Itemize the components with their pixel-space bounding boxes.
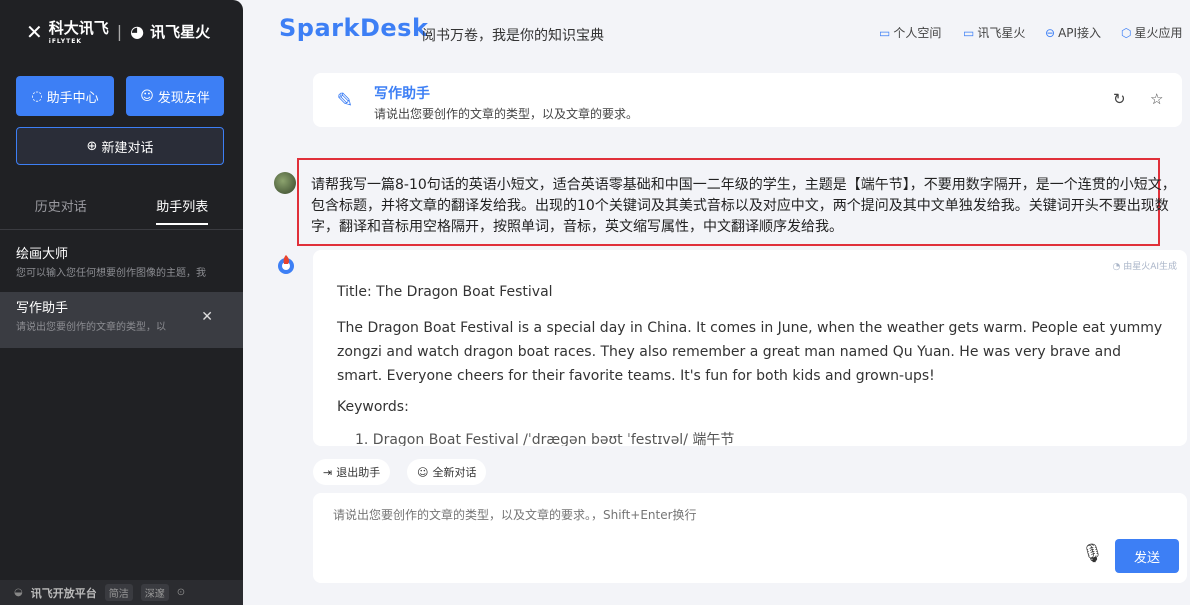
new-chat-button[interactable]: ⊕ 新建对话 — [16, 127, 224, 165]
api-icon: ⊖ — [1045, 25, 1056, 40]
send-button[interactable]: 发送 — [1115, 539, 1179, 573]
microphone-icon[interactable]: 🎙 — [1081, 543, 1104, 564]
sidebar-item-writer[interactable]: 写作助手 请说出您要创作的文章的类型，以 ✕ — [0, 292, 243, 348]
exit-icon: ⇥ — [323, 465, 333, 479]
theme-dark-toggle[interactable]: 深邃 — [140, 584, 169, 601]
assistant-card: ✎ 写作助手 请说出您要创作的文章的类型，以及文章的要求。 ↻ ☆ — [313, 73, 1182, 127]
logo-brand1: 科大讯飞 — [48, 19, 109, 37]
logo: ✕ 科大讯飞 iFLYTEK | ◕ 讯飞星火 — [26, 18, 211, 46]
iflytek-logo-icon: ✕ — [26, 19, 43, 44]
assistant-center-button[interactable]: ◌ 助手中心 — [16, 76, 114, 116]
spark-small-icon: ◔ — [1112, 262, 1121, 272]
footer-brand: 讯飞开放平台 — [30, 586, 97, 600]
user-message: 请帮我写一篇8-10句话的英语小短文，适合英语零基础和中国一二年级的学生，主题是… — [297, 158, 1176, 246]
chat-icon: ☺ — [417, 465, 429, 479]
logo-brand2: 讯飞星火 — [150, 23, 211, 41]
nav-api[interactable]: ⊖ API接入 — [1045, 24, 1101, 41]
logo-separator: | — [116, 22, 123, 41]
assistant-title: 写作助手 — [374, 86, 430, 102]
theme-light-toggle[interactable]: 简洁 — [104, 584, 133, 601]
sidebar-item-painter[interactable]: 绘画大师 您可以输入您任何想要创作图像的主题，我 — [0, 238, 243, 294]
avatar — [274, 172, 296, 194]
ai-generated-badge: ◔ 由星火AI生成 — [1112, 262, 1177, 272]
collapse-icon[interactable]: ⊙ — [177, 587, 185, 598]
app-icon: ⬡ — [1121, 25, 1132, 40]
monitor-icon: ▭ — [963, 25, 975, 40]
brand-logo: SparkDesk — [279, 14, 429, 42]
discover-button[interactable]: ☺ 发现友伴 — [126, 76, 224, 116]
logo-brand1-sub: iFLYTEK — [48, 38, 82, 45]
sidebar: ✕ 科大讯飞 iFLYTEK | ◕ 讯飞星火 ◌ 助手中心 ☺ 发现友伴 ⊕ … — [0, 0, 243, 605]
folder-icon: ▭ — [879, 25, 891, 40]
pen-icon: ✎ — [336, 88, 354, 112]
sidebar-item-desc: 请说出您要创作的文章的类型，以 — [16, 322, 166, 333]
input-box: 🎙 发送 — [313, 493, 1187, 583]
exit-assistant-button[interactable]: ⇥ 退出助手 — [313, 459, 391, 485]
user-message-text: 请帮我写一篇8-10句话的英语小短文，适合英语零基础和中国一二年级的学生，主题是… — [311, 177, 1176, 235]
nav-personal-space[interactable]: ▭ 个人空间 — [879, 24, 941, 41]
sidebar-tabs: 历史对话 助手列表 — [0, 196, 243, 225]
answer-keyword-item: 1. Dragon Boat Festival /ˈdræɡən bəʊt ˈf… — [355, 432, 735, 446]
answer-body: The Dragon Boat Festival is a special da… — [337, 320, 1163, 384]
sidebar-item-desc: 您可以输入您任何想要创作图像的主题，我 — [16, 268, 206, 279]
slogan: 阅书万卷，我是你的知识宝典 — [422, 28, 604, 44]
plus-circle-icon: ⊕ — [86, 138, 98, 154]
assistant-icon: ◌ — [31, 88, 43, 104]
tab-history[interactable]: 历史对话 — [0, 196, 122, 225]
nav-iflytek-spark[interactable]: ▭ 讯飞星火 — [963, 24, 1025, 41]
answer-keywords-label: Keywords: — [337, 399, 409, 415]
spark-logo-icon: ◕ — [130, 22, 145, 41]
open-platform-icon: ◒ — [14, 587, 23, 598]
divider — [0, 229, 243, 230]
new-conversation-button[interactable]: ☺ 全新对话 — [407, 459, 487, 485]
nav-spark-apps[interactable]: ⬡ 星火应用 — [1121, 24, 1183, 41]
smile-icon: ☺ — [140, 88, 154, 104]
star-icon[interactable]: ☆ — [1150, 90, 1163, 108]
sidebar-item-title: 绘画大师 — [16, 247, 69, 262]
message-input[interactable] — [333, 503, 1033, 527]
answer-card: ◔ 由星火AI生成 Title: The Dragon Boat Festiva… — [313, 250, 1187, 446]
refresh-icon[interactable]: ↻ — [1113, 90, 1126, 108]
close-icon[interactable]: ✕ — [201, 309, 213, 325]
answer-title: Title: The Dragon Boat Festival — [337, 284, 553, 300]
assistant-desc: 请说出您要创作的文章的类型，以及文章的要求。 — [374, 107, 639, 121]
tab-assistants[interactable]: 助手列表 — [122, 196, 244, 225]
sidebar-footer: ◒ 讯飞开放平台 简洁 深邃 ⊙ — [0, 580, 243, 605]
spark-bot-icon — [278, 255, 294, 274]
sidebar-item-title: 写作助手 — [16, 301, 69, 316]
